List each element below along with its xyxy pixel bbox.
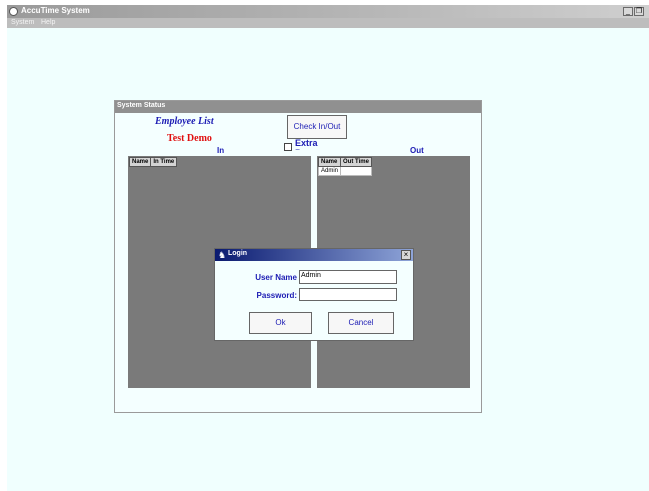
in-time-header[interactable]: In Time — [150, 157, 178, 167]
out-name-header[interactable]: Name — [317, 157, 342, 167]
out-row-name: Admin — [317, 166, 342, 176]
user-name-input[interactable]: Admin — [299, 270, 397, 284]
password-label: Password: — [256, 291, 297, 300]
app-icon — [9, 7, 18, 16]
login-title: Login — [228, 250, 248, 257]
login-title-bar[interactable]: ♞ Login × — [215, 249, 413, 261]
out-table: Name Out Time Admin — [317, 157, 372, 176]
employee-list-label: Employee List — [155, 116, 214, 127]
out-label: Out — [410, 146, 424, 155]
menu-bar: System Help — [7, 18, 649, 28]
restore-button[interactable]: ❐ — [634, 7, 644, 16]
close-icon[interactable]: × — [401, 250, 411, 260]
login-dialog: ♞ Login × User Name Admin Password: Ok C… — [214, 248, 414, 341]
extra-pay-checkbox[interactable] — [284, 143, 292, 151]
out-time-header[interactable]: Out Time — [340, 157, 372, 167]
user-name-label: User Name — [255, 273, 297, 282]
login-figure-icon: ♞ — [218, 250, 227, 260]
ok-button[interactable]: Ok — [249, 312, 312, 334]
extra-pay-label: Extra Pay Itemf — [295, 138, 318, 150]
menu-item-system[interactable]: System — [11, 18, 34, 28]
minimize-button[interactable]: _ — [623, 7, 633, 16]
system-status-title-bar[interactable]: System Status — [115, 101, 481, 113]
table-row[interactable]: Admin — [317, 166, 372, 176]
in-table: Name In Time — [128, 157, 178, 167]
in-name-header[interactable]: Name — [128, 157, 152, 167]
title-bar[interactable]: AccuTime System _ ❐ — [7, 5, 649, 18]
password-input[interactable] — [299, 288, 397, 301]
cancel-button[interactable]: Cancel — [328, 312, 394, 334]
in-label: In — [217, 146, 225, 155]
out-row-time — [340, 166, 372, 176]
system-status-title: System Status — [117, 102, 166, 109]
app-title: AccuTime System — [21, 6, 90, 15]
check-in-out-button[interactable]: Check In/Out — [287, 115, 347, 139]
menu-item-help[interactable]: Help — [41, 18, 55, 28]
company-name: Test Demo — [167, 133, 212, 144]
